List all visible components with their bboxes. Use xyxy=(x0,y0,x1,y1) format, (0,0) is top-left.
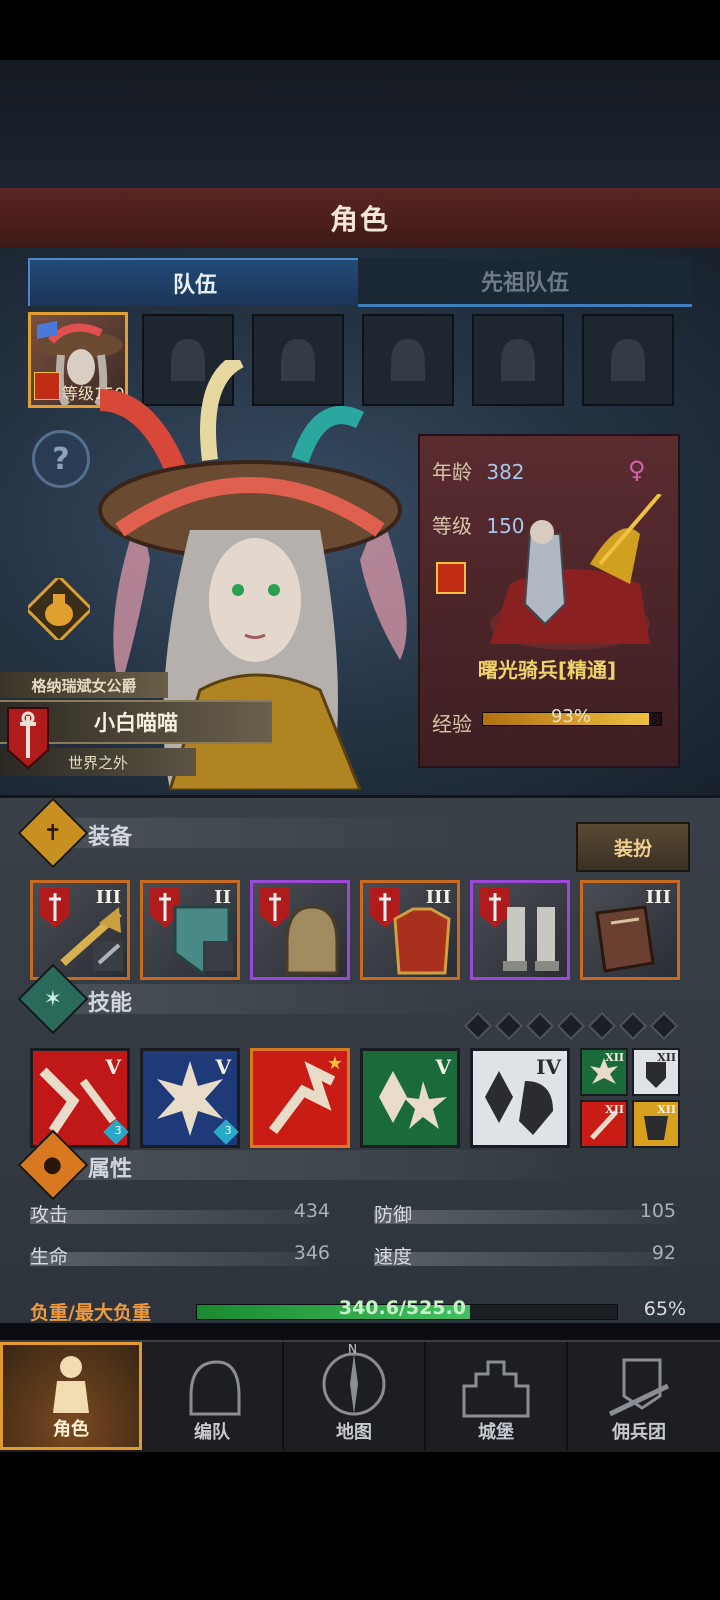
compass-icon xyxy=(322,1352,386,1416)
skill-rider-strike[interactable]: ★ xyxy=(250,1048,350,1148)
nav-map[interactable]: N 地图 xyxy=(284,1342,426,1450)
book-icon xyxy=(595,905,655,973)
empty-helmet-icon xyxy=(501,339,535,381)
skill-mini-sword[interactable]: XII xyxy=(580,1100,628,1148)
mounted-knight-icon xyxy=(490,494,662,650)
nav-mercenary[interactable]: 佣兵团 xyxy=(568,1342,710,1450)
armor-icon xyxy=(393,907,451,975)
speed-value: 92 xyxy=(651,1242,676,1264)
attributes-title: 属性 xyxy=(88,1157,133,1182)
tier-label: V xyxy=(105,1055,121,1079)
female-icon: ♀ xyxy=(628,456,646,484)
empty-helmet-icon xyxy=(611,339,645,381)
defense-label: 防御 xyxy=(374,1204,413,1226)
equipment-slot-shield[interactable]: II xyxy=(140,880,240,980)
defense-value: 105 xyxy=(639,1200,676,1222)
backdrop xyxy=(0,60,720,190)
greaves-icon xyxy=(503,907,559,971)
tab-party[interactable]: 队伍 xyxy=(28,258,362,306)
class-badge-icon xyxy=(436,562,466,594)
party-slot-5[interactable] xyxy=(472,314,564,406)
compass-north-label: N xyxy=(348,1342,357,1356)
party-slot-6[interactable] xyxy=(582,314,674,406)
character-title: 格纳瑞斌女公爵 xyxy=(0,672,168,698)
system-nav-area xyxy=(0,1452,720,1600)
banner-icon xyxy=(608,1358,670,1417)
equipment-slot-helmet[interactable] xyxy=(250,880,350,980)
nav-character[interactable]: 角色 xyxy=(0,1342,142,1450)
skill-crystal-shatter[interactable]: V xyxy=(360,1048,460,1148)
nav-castle[interactable]: 城堡 xyxy=(426,1342,568,1450)
speed-label: 速度 xyxy=(374,1246,413,1268)
life-label: 生命 xyxy=(30,1246,69,1268)
age-value: 382 xyxy=(486,460,525,484)
status-area xyxy=(0,0,720,60)
equipment-slot-book[interactable]: III xyxy=(580,880,680,980)
attack-label: 攻击 xyxy=(30,1204,69,1226)
skill-radiant-burst[interactable]: V 3 xyxy=(140,1048,240,1148)
knight-icon xyxy=(53,1356,89,1413)
tier-label: V xyxy=(435,1055,451,1079)
unit-class-name: 曙光骑兵[精通] xyxy=(477,658,617,682)
tab-ancestor-party[interactable]: 先祖队伍 xyxy=(358,258,692,307)
skill-mini-shield[interactable]: XII xyxy=(632,1048,680,1096)
equipment-title: 装备 xyxy=(88,825,133,850)
equipment-slot-armor[interactable]: III xyxy=(360,880,460,980)
load-percent: 65% xyxy=(643,1298,686,1320)
helmet-icon xyxy=(189,1360,241,1416)
nav-formation[interactable]: 编队 xyxy=(142,1342,284,1450)
helmet-icon xyxy=(285,905,339,975)
load-label: 负重/最大负重 xyxy=(30,1302,151,1324)
life-value: 346 xyxy=(293,1242,330,1264)
attack-value: 434 xyxy=(293,1200,330,1222)
class-icon xyxy=(34,372,60,400)
header-bar: 角色 xyxy=(0,188,720,251)
mini-skill-grid: XII XII XII XII xyxy=(580,1048,680,1148)
skills-title: 技能 xyxy=(88,991,133,1016)
castle-icon xyxy=(462,1360,530,1418)
dress-button[interactable]: 装扮 xyxy=(576,822,690,872)
load-value: 340.6/525.0 xyxy=(338,1297,466,1319)
skill-mini-armor[interactable]: XII xyxy=(632,1100,680,1148)
level-label: 等级 xyxy=(432,514,472,538)
star-icon: ★ xyxy=(326,1053,343,1074)
skill-lance-charge[interactable]: V 3 xyxy=(30,1048,130,1148)
page-title: 角色 xyxy=(329,203,390,236)
faction-banner-icon xyxy=(7,707,49,770)
skill-mini-burst[interactable]: XII xyxy=(580,1048,628,1096)
shield-icon xyxy=(173,905,233,975)
skill-crystal-shield[interactable]: IV xyxy=(470,1048,570,1148)
exp-label: 经验 xyxy=(432,712,472,736)
age-label: 年龄 xyxy=(432,460,472,484)
equipment-slot-weapon[interactable]: III xyxy=(30,880,130,980)
halberd-icon xyxy=(60,907,123,971)
equipment-slot-greaves[interactable] xyxy=(470,880,570,980)
tier-label: IV xyxy=(536,1055,561,1079)
tier-label: V xyxy=(215,1055,231,1079)
exp-percent: 93% xyxy=(550,706,591,727)
